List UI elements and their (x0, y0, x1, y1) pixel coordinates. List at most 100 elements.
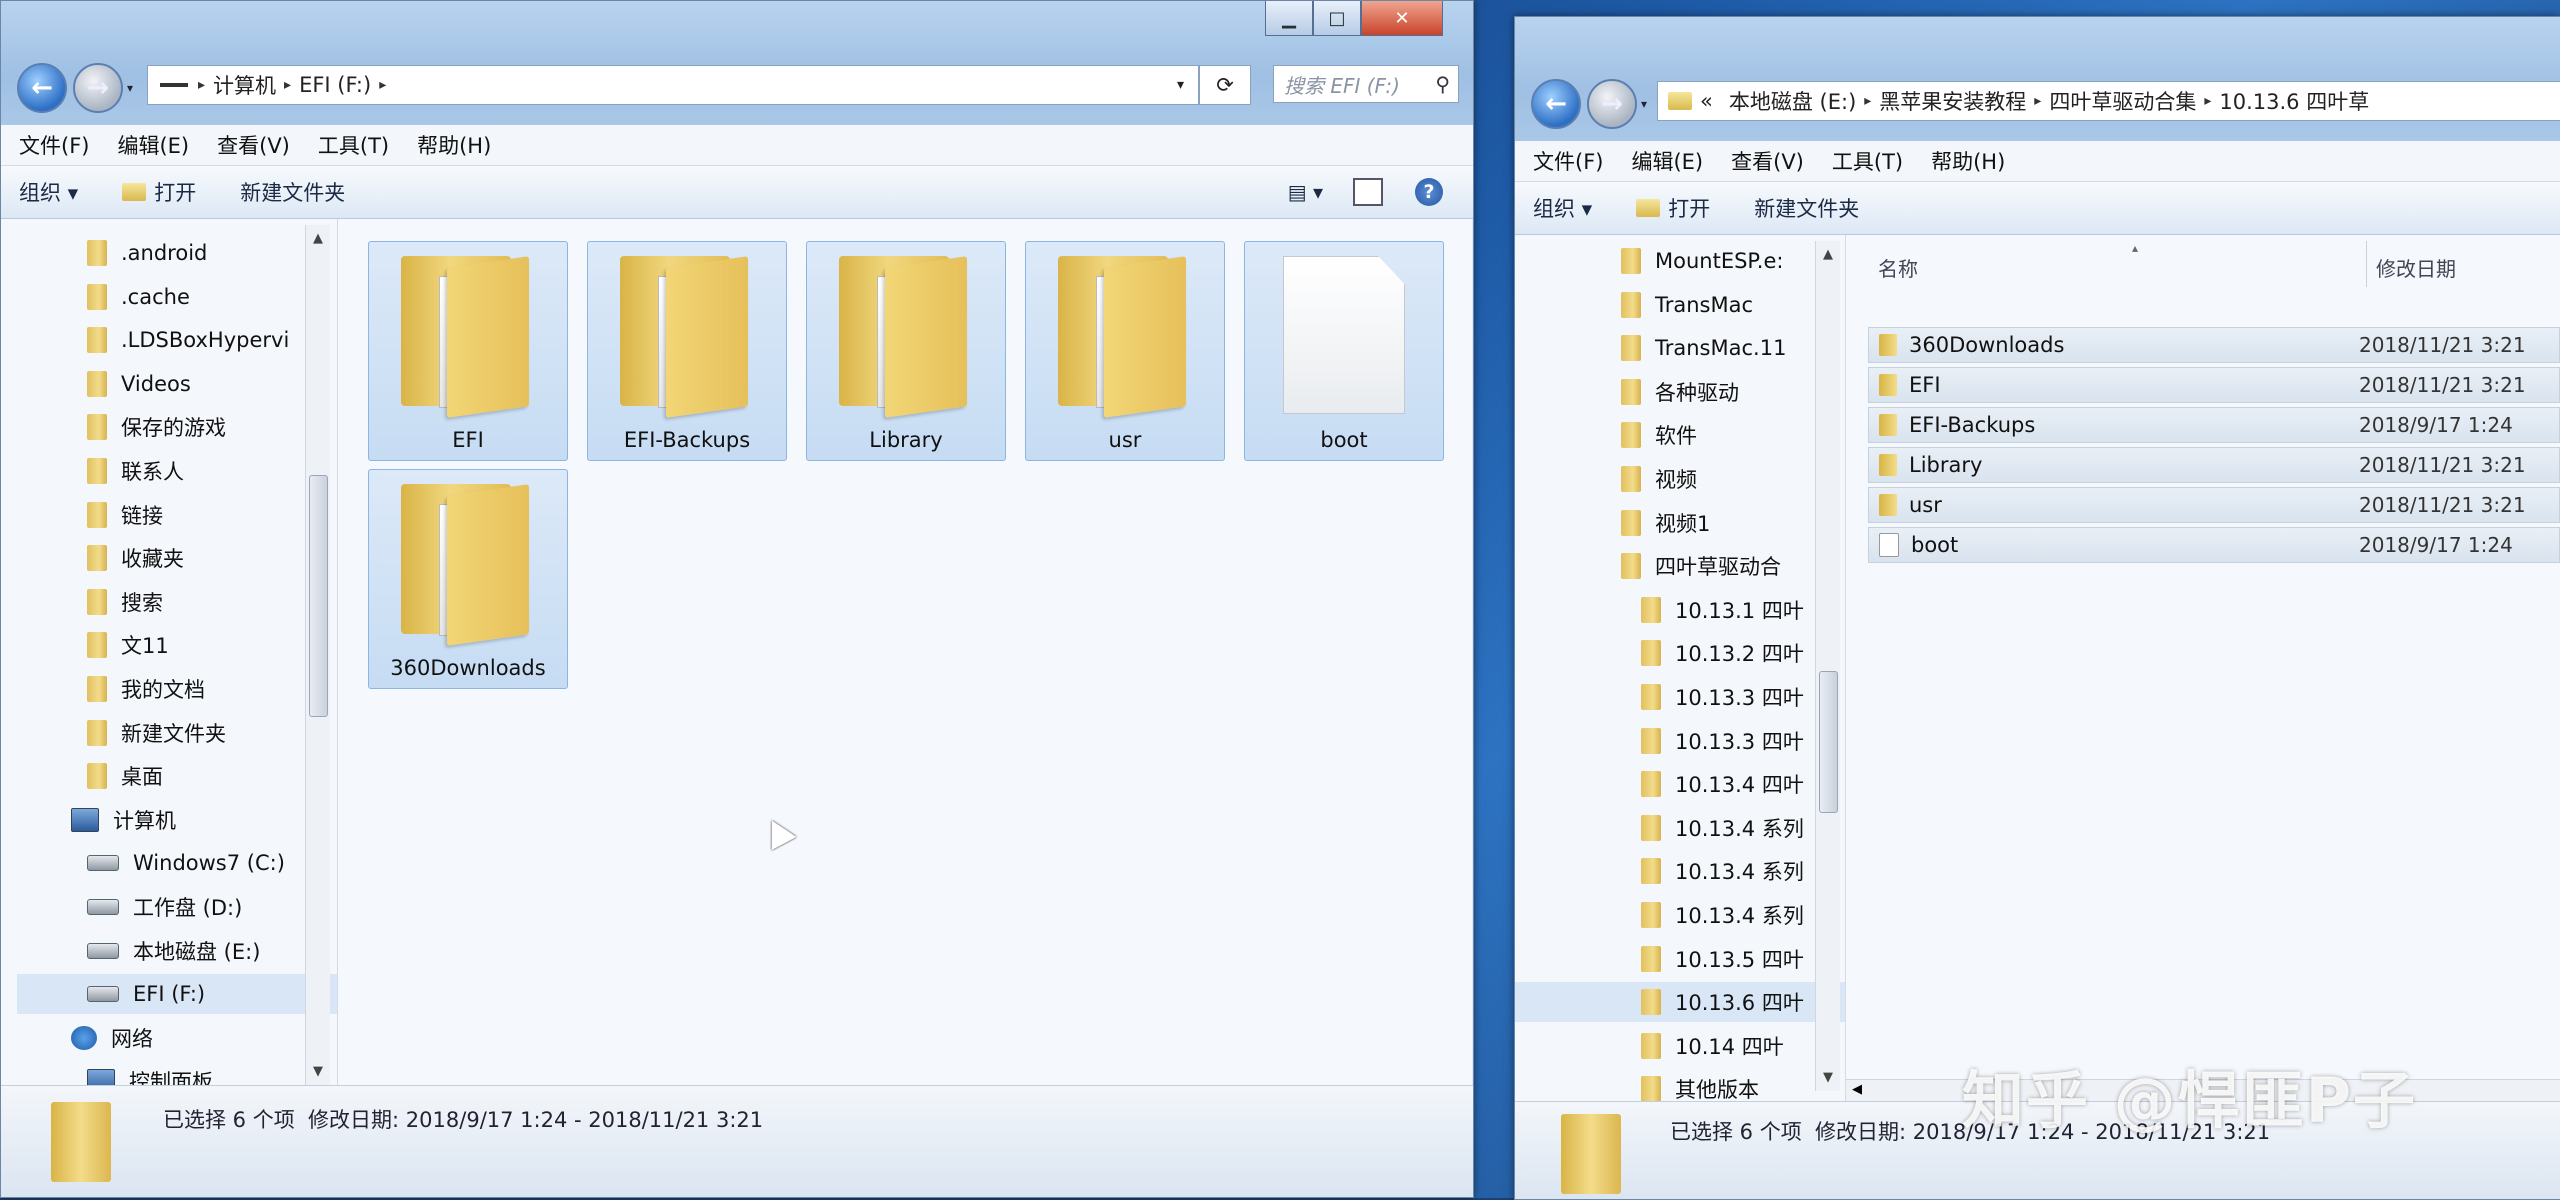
open-button[interactable]: 打开 (1636, 193, 1710, 223)
right-nav-item[interactable]: 10.13.4 系列 (1641, 808, 1804, 848)
file-tile[interactable]: usr (1025, 241, 1225, 461)
file-row[interactable]: EFI 2018/11/21 3:21 (1868, 367, 2560, 403)
organize-button[interactable]: 组织 ▾ (1533, 193, 1592, 223)
file-tile[interactable]: EFI (368, 241, 568, 461)
address-dropdown-icon[interactable]: ▾ (1177, 77, 1184, 93)
scroll-up-arrow-icon[interactable]: ▲ (306, 231, 330, 246)
scroll-down-arrow-icon[interactable]: ▼ (1816, 1070, 1840, 1085)
left-nav-item[interactable]: EFI (F:) (17, 974, 337, 1015)
left-nav-item[interactable]: 桌面 (87, 756, 163, 796)
close-button[interactable]: ✕ (1361, 1, 1443, 36)
menu-help[interactable]: 帮助(H) (1931, 146, 2005, 176)
help-icon[interactable]: ? (1415, 178, 1443, 206)
breadcrumb-overflow[interactable]: « (1700, 89, 1713, 113)
right-nav-item[interactable]: 视频1 (1621, 503, 1710, 543)
right-nav-item[interactable]: 10.13.4 系列 (1641, 895, 1804, 935)
search-input[interactable]: 搜索 EFI (F:) ⚲ (1273, 65, 1459, 103)
history-dropdown-icon[interactable]: ▾ (1641, 97, 1647, 111)
forward-arrow-icon[interactable]: → (1587, 79, 1637, 129)
file-row[interactable]: boot 2018/9/17 1:24 (1868, 527, 2560, 563)
right-nav-item[interactable]: 四叶草驱动合 (1621, 546, 1781, 586)
right-nav-item[interactable]: 10.13.1 四叶 (1641, 590, 1804, 630)
right-nav-scrollbar[interactable]: ▲ ▼ (1815, 241, 1840, 1091)
file-tile[interactable]: 360Downloads (368, 469, 568, 689)
scroll-down-arrow-icon[interactable]: ▼ (306, 1064, 330, 1079)
back-arrow-icon[interactable]: ← (1531, 79, 1581, 129)
right-nav-item[interactable]: 10.13.2 四叶 (1641, 633, 1804, 673)
left-nav-item[interactable]: 工作盘 (D:) (87, 887, 242, 927)
new-folder-button[interactable]: 新建文件夹 (240, 177, 345, 207)
left-nav-item[interactable]: .android (87, 233, 207, 273)
right-nav-item[interactable]: 10.13.6 四叶 (1515, 982, 1845, 1023)
organize-button[interactable]: 组织 ▾ (19, 177, 78, 207)
right-nav-item[interactable]: 10.14 四叶 (1641, 1026, 1784, 1066)
left-nav-item[interactable]: 新建文件夹 (87, 713, 226, 753)
scroll-thumb[interactable] (1819, 671, 1838, 813)
breadcrumb-computer[interactable]: 计算机 (213, 70, 276, 100)
view-options-icon[interactable]: ▤ ▾ (1288, 180, 1323, 204)
left-address-bar[interactable]: ▸ 计算机 ▸ EFI (F:) ▸ ▾ (147, 65, 1199, 105)
breadcrumb-clover-drivers[interactable]: 四叶草驱动合集 (2049, 86, 2196, 116)
left-nav-item[interactable]: 控制面板 (87, 1061, 213, 1085)
breadcrumb-drive-e[interactable]: 本地磁盘 (E:) (1729, 86, 1856, 116)
right-nav-item[interactable]: 10.13.3 四叶 (1641, 721, 1804, 761)
right-nav-item[interactable]: 10.13.5 四叶 (1641, 939, 1804, 979)
right-address-bar[interactable]: « 本地磁盘 (E:) ▸ 黑苹果安装教程 ▸ 四叶草驱动合集 ▸ 10.13.… (1657, 81, 2560, 121)
file-row[interactable]: usr 2018/11/21 3:21 (1868, 487, 2560, 523)
left-nav-item[interactable]: 保存的游戏 (87, 407, 226, 447)
left-nav-item[interactable]: 文11 (87, 625, 169, 665)
right-nav-item[interactable]: TransMac (1621, 285, 1753, 325)
left-nav-scrollbar[interactable]: ▲ ▼ (305, 225, 330, 1085)
left-nav-item[interactable]: 链接 (87, 495, 163, 535)
right-nav-item[interactable]: TransMac.11 (1621, 328, 1786, 368)
menu-edit[interactable]: 编辑(E) (117, 130, 189, 160)
menu-file[interactable]: 文件(F) (19, 130, 89, 160)
history-dropdown-icon[interactable]: ▾ (127, 81, 133, 95)
menu-edit[interactable]: 编辑(E) (1631, 146, 1703, 176)
preview-pane-icon[interactable] (1353, 178, 1383, 206)
right-nav-item[interactable]: 10.13.4 系列 (1641, 851, 1804, 891)
menu-view[interactable]: 查看(V) (1731, 146, 1804, 176)
right-nav-item[interactable]: 软件 (1621, 415, 1697, 455)
column-header-date[interactable]: 修改日期 (2376, 253, 2456, 282)
left-nav-item[interactable]: 联系人 (87, 451, 184, 491)
menu-file[interactable]: 文件(F) (1533, 146, 1603, 176)
file-row[interactable]: 360Downloads 2018/11/21 3:21 (1868, 327, 2560, 363)
file-tile[interactable]: Library (806, 241, 1006, 461)
left-nav-item[interactable]: 计算机 (71, 800, 176, 840)
file-row[interactable]: Library 2018/11/21 3:21 (1868, 447, 2560, 483)
file-tile[interactable]: EFI-Backups (587, 241, 787, 461)
left-nav-item[interactable]: 收藏夹 (87, 538, 184, 578)
left-nav-item[interactable]: 网络 (71, 1018, 153, 1058)
right-nav-item[interactable]: 10.13.3 四叶 (1641, 677, 1804, 717)
right-nav-item[interactable]: 视频 (1621, 459, 1697, 499)
left-nav-item[interactable]: 本地磁盘 (E:) (87, 931, 260, 971)
new-folder-button[interactable]: 新建文件夹 (1754, 193, 1859, 223)
breadcrumb-clover-10136[interactable]: 10.13.6 四叶草 (2219, 86, 2369, 116)
breadcrumb-efi[interactable]: EFI (F:) (299, 73, 371, 97)
right-nav-item[interactable]: MountESP.e: (1621, 241, 1783, 281)
right-nav-item[interactable]: 10.13.4 四叶 (1641, 764, 1804, 804)
left-nav-item[interactable]: 我的文档 (87, 669, 205, 709)
menu-view[interactable]: 查看(V) (217, 130, 290, 160)
column-header-name[interactable]: 名称 (1878, 253, 1918, 282)
scroll-thumb[interactable] (309, 475, 328, 717)
menu-help[interactable]: 帮助(H) (417, 130, 491, 160)
right-nav-item[interactable]: 各种驱动 (1621, 372, 1739, 412)
breadcrumb-tutorial[interactable]: 黑苹果安装教程 (1879, 86, 2026, 116)
scroll-up-arrow-icon[interactable]: ▲ (1816, 247, 1840, 262)
file-tile[interactable]: boot (1244, 241, 1444, 461)
menu-tools[interactable]: 工具(T) (1832, 146, 1903, 176)
file-row[interactable]: EFI-Backups 2018/9/17 1:24 (1868, 407, 2560, 443)
left-nav-item[interactable]: Videos (87, 364, 191, 404)
left-nav-item[interactable]: Windows7 (C:) (87, 843, 285, 883)
back-arrow-icon[interactable]: ← (17, 63, 67, 113)
menu-tools[interactable]: 工具(T) (318, 130, 389, 160)
left-nav-item[interactable]: 搜索 (87, 582, 163, 622)
maximize-button[interactable]: □ (1313, 1, 1361, 36)
forward-arrow-icon[interactable]: → (73, 63, 123, 113)
minimize-button[interactable]: ▁ (1265, 1, 1313, 36)
refresh-icon[interactable]: ⟳ (1199, 65, 1251, 105)
scroll-left-arrow-icon[interactable]: ◀ (1852, 1082, 1862, 1097)
right-nav-item[interactable]: 其他版本 (1641, 1069, 1759, 1101)
